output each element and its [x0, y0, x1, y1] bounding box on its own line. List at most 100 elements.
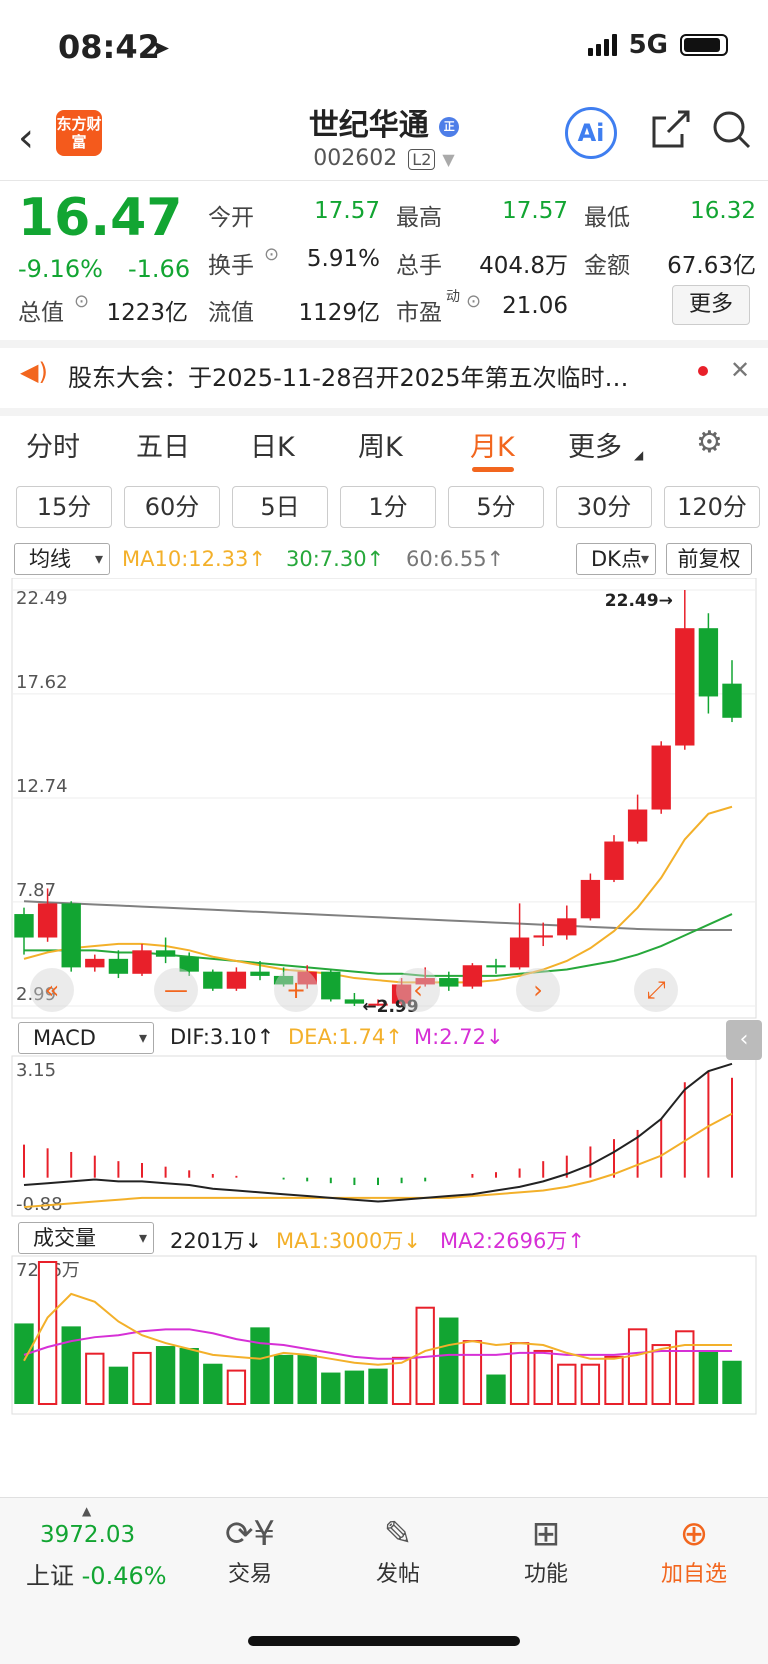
- volume-value: 404.8万: [479, 253, 568, 279]
- volume-bar: [580, 1363, 601, 1406]
- volume-bar: [155, 1346, 176, 1404]
- volume-select[interactable]: 成交量: [18, 1222, 154, 1254]
- volume-bar: [486, 1374, 506, 1404]
- status-time: 08:42: [58, 28, 160, 66]
- candle-body: [226, 971, 247, 989]
- nav-add-watchlist[interactable]: ⊕ 加自选: [644, 1512, 744, 1588]
- candle-body: [155, 950, 176, 957]
- zoom-in-icon[interactable]: +: [286, 976, 306, 1004]
- yen-icon: ⟳¥: [224, 1514, 276, 1554]
- tab-five-day[interactable]: 五日: [136, 425, 190, 464]
- subtab-5min[interactable]: 5分: [448, 486, 544, 528]
- info-icon[interactable]: ⊙: [466, 291, 481, 312]
- share-icon[interactable]: [648, 108, 692, 156]
- price-axis-label: 12.74: [16, 776, 68, 797]
- volume-bar: [344, 1370, 365, 1404]
- collapse-panel-button[interactable]: ‹: [726, 1020, 762, 1060]
- fullscreen-icon[interactable]: ⤢: [646, 976, 665, 1004]
- low-label: 最低: [584, 205, 630, 231]
- nav-trade[interactable]: ⟳¥ 交易: [200, 1512, 300, 1588]
- low-value: 16.32: [690, 198, 756, 224]
- expand-caret-icon[interactable]: ▲: [82, 1504, 91, 1518]
- status-indicators: 5G: [587, 30, 728, 60]
- candle-body: [604, 841, 624, 880]
- volume-bar: [203, 1363, 223, 1404]
- ma60-legend: 60:6.55↑: [406, 547, 505, 571]
- info-icon[interactable]: ⊙: [264, 244, 279, 265]
- volume-bar: [391, 1356, 412, 1405]
- volume-legend: 2201万↓: [170, 1229, 263, 1253]
- zoom-out-icon[interactable]: —: [164, 976, 188, 1004]
- open-value: 17.57: [314, 198, 380, 224]
- amount-value: 67.63亿: [667, 253, 756, 279]
- tab-more[interactable]: 更多: [568, 425, 622, 464]
- nav-post[interactable]: ✎ 发帖: [348, 1512, 448, 1588]
- nav-trade-label: 交易: [227, 1562, 272, 1587]
- scroll-right-icon[interactable]: ›: [533, 976, 543, 1004]
- index-value[interactable]: 3972.03: [40, 1522, 135, 1548]
- tab-month-k[interactable]: 月K: [470, 425, 515, 464]
- info-icon[interactable]: ⊙: [74, 291, 89, 312]
- tab-week-k[interactable]: 周K: [358, 425, 403, 464]
- volume-bar: [108, 1366, 129, 1404]
- divider: [0, 408, 768, 416]
- volume-bar: [698, 1350, 719, 1404]
- ma10-line: [23, 805, 733, 984]
- close-icon[interactable]: ✕: [730, 356, 750, 384]
- subtab-5day[interactable]: 5日: [232, 486, 328, 528]
- volume-bar: [533, 1349, 553, 1405]
- subtab-60min[interactable]: 60分: [124, 486, 220, 528]
- tab-day-k[interactable]: 日K: [250, 425, 295, 464]
- turnover-label: 换手: [208, 253, 254, 279]
- indicator-select[interactable]: 均线: [14, 543, 110, 575]
- macd-axis-top: 3.15: [16, 1060, 56, 1081]
- dif-legend: DIF:3.10↑: [170, 1025, 275, 1049]
- volume-bar: [368, 1368, 388, 1404]
- amount-label: 金额: [584, 253, 630, 279]
- kline-chart[interactable]: 22.4917.6212.747.872.9922.49→←2.99«—+‹›⤢…: [0, 578, 768, 1418]
- tab-timeshare[interactable]: 分时: [26, 425, 80, 464]
- network-type: 5G: [628, 30, 668, 60]
- nav-post-label: 发帖: [375, 1562, 420, 1587]
- index-name: 上证: [26, 1562, 74, 1590]
- price-axis-label: 22.49: [16, 588, 68, 609]
- dk-point-select[interactable]: DK点: [576, 543, 656, 575]
- more-button[interactable]: 更多: [672, 285, 750, 325]
- subtab-15min[interactable]: 15分: [16, 486, 112, 528]
- ai-button[interactable]: Ai: [565, 107, 617, 159]
- volume-bar: [226, 1369, 247, 1405]
- volume-label: 总手: [396, 253, 442, 279]
- vol-ma2-legend: MA2:2696万↑: [440, 1229, 585, 1253]
- volume-bar: [250, 1327, 270, 1404]
- more-caret-icon: ◢: [634, 448, 644, 462]
- candle-body: [61, 903, 81, 968]
- subtab-120min[interactable]: 120分: [664, 486, 760, 528]
- adjust-button[interactable]: 前复权: [666, 543, 752, 575]
- index-row[interactable]: 上证 -0.46%: [26, 1556, 167, 1591]
- nav-functions[interactable]: ⊞ 功能: [496, 1512, 596, 1588]
- divider: [0, 180, 768, 181]
- ma10-legend: MA10:12.33↑: [122, 547, 266, 571]
- subtab-30min[interactable]: 30分: [556, 486, 652, 528]
- change-pct: -9.16%: [18, 255, 103, 283]
- candle-body: [37, 903, 58, 938]
- notice-text[interactable]: 股东大会：于2025-11-28召开2025年第五次临时…: [68, 358, 629, 393]
- candle-body: [132, 950, 152, 974]
- candle-body: [439, 978, 459, 987]
- scroll-left-icon[interactable]: ‹: [413, 976, 423, 1004]
- stock-name: 世纪华通: [308, 108, 429, 143]
- pe-value: 21.06: [502, 293, 568, 319]
- settings-gear-icon[interactable]: ⚙: [696, 425, 723, 460]
- pe-label: 市盈: [396, 300, 442, 326]
- signal-icon: [587, 34, 617, 56]
- dea-legend: DEA:1.74↑: [288, 1025, 403, 1049]
- macd-select[interactable]: MACD: [18, 1022, 154, 1054]
- rewind-icon[interactable]: «: [45, 976, 60, 1004]
- period-tabs: 分时 五日 日K 周K 月K 更多 ⚙: [0, 425, 768, 475]
- search-icon[interactable]: [710, 108, 754, 156]
- subtab-1min[interactable]: 1分: [340, 486, 436, 528]
- candle-body: [675, 628, 695, 746]
- high-price-marker: 22.49→: [605, 591, 673, 611]
- price-axis-label: 17.62: [16, 672, 68, 693]
- float-value: 1129亿: [298, 300, 380, 326]
